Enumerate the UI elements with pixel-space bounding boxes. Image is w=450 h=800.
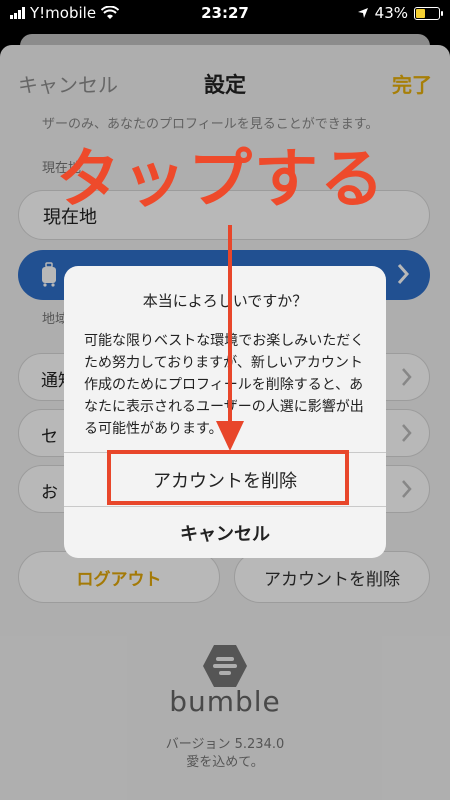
annotation-text: タップする bbox=[56, 143, 386, 217]
battery-percent: 43% bbox=[374, 4, 408, 22]
status-right: 43% bbox=[357, 4, 443, 22]
annotation-arrow-icon bbox=[216, 225, 244, 451]
location-arrow-icon bbox=[357, 8, 368, 18]
annotation-highlight-box bbox=[107, 450, 349, 505]
battery-icon bbox=[414, 6, 443, 20]
battery-level bbox=[416, 8, 426, 18]
dialog-cancel-button[interactable]: キャンセル bbox=[64, 507, 386, 558]
status-bar: Y!mobile 23:27 43% bbox=[0, 0, 450, 26]
